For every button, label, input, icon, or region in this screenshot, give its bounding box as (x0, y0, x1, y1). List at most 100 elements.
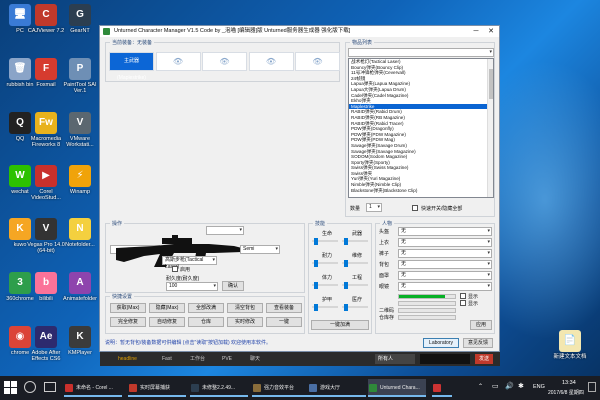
skills-max-button[interactable]: 一键加满 (311, 320, 369, 330)
desktop-icon[interactable]: ⚡ Winamp (58, 165, 102, 195)
player-apply-button[interactable]: 应用 (470, 320, 492, 330)
equipment-slot-eye-icon[interactable]: 👁 (202, 52, 247, 71)
notifications-icon[interactable] (588, 382, 596, 392)
player-slot-combo[interactable]: 无 (398, 260, 492, 269)
player-slot-combo[interactable]: 无 (398, 227, 492, 236)
slider-knob[interactable] (344, 238, 348, 245)
player-slot-label: 面罩 (379, 273, 390, 279)
taskbar-app[interactable]: 强力音效平台 (252, 379, 310, 397)
taskbar-app[interactable] (432, 379, 452, 397)
desktop-icon[interactable]: V VMware Workstati... (58, 112, 102, 148)
equipment-slot-selected[interactable]: 主武器(Maplestrike) (109, 52, 154, 81)
item-listbox[interactable]: 战术枪灯(Tactical Laser) Bouncy弹夹(Bouncy Clip… (348, 58, 494, 198)
taskbar: 未命名 - Corel ... 实时屏幕捕获 未修整2.2.49... 强力音效平台 游… (0, 376, 600, 400)
skill-slider[interactable] (312, 282, 338, 289)
bluetooth-icon[interactable]: ✱ (518, 382, 524, 390)
taskbar-app[interactable]: Unturned Chara... (368, 379, 426, 397)
volume-icon[interactable]: 🔊 (505, 382, 514, 390)
durability-input[interactable]: 100 (166, 282, 218, 291)
item-list-entry[interactable]: Blackstone弹夹(Blackstone Clip) (349, 188, 493, 194)
item-list-scrollbar[interactable] (487, 59, 493, 197)
close-button[interactable]: ✕ (484, 26, 498, 37)
network-icon[interactable]: ▭ (492, 382, 499, 390)
slider-knob[interactable] (314, 304, 318, 311)
chat-tab-fast[interactable]: Fast (162, 352, 172, 366)
durability-ok-button[interactable]: 确认 (222, 281, 244, 291)
quick-setting-button[interactable]: 获取(Max) (110, 303, 146, 313)
feedback-button[interactable]: 意见反馈 (463, 338, 493, 348)
count-input[interactable]: 1 (366, 203, 382, 212)
window-titlebar[interactable]: Unturned Character Manager V1.5 Code by … (100, 26, 499, 37)
fire-mode-combo[interactable]: Semi (240, 245, 280, 254)
hide-all-checkbox[interactable] (412, 205, 418, 211)
bar-checkbox[interactable] (460, 293, 466, 299)
item-search-combo[interactable] (348, 48, 494, 57)
equipment-slot-eye-icon[interactable]: 👁 (155, 52, 201, 71)
app-icon: C (35, 4, 57, 26)
taskbar-app[interactable]: 未修整2.2.49... (190, 379, 248, 397)
search-icon[interactable] (24, 381, 36, 393)
quick-setting-button[interactable]: 实时修改 (227, 317, 263, 327)
task-view-icon[interactable] (44, 382, 56, 392)
chat-tab-workbench[interactable]: 工作台 (190, 352, 205, 366)
quick-setting-button[interactable]: 隐藏(Max) (149, 303, 185, 313)
desktop-icon[interactable]: A Animatefolder (58, 272, 102, 302)
quick-setting-button[interactable]: 查看装备 (266, 303, 302, 313)
chat-tab-headline[interactable]: headline (118, 352, 137, 366)
taskbar-app[interactable]: 实时屏幕捕获 (128, 379, 186, 397)
player-slot-combo[interactable]: 无 (398, 271, 492, 280)
player-slot-combo[interactable]: 无 (398, 282, 492, 291)
skill-label: 医疗 (352, 297, 363, 303)
game-chat-bar: headline Fast 工作台 PVE 聊天 所有人 发送 (100, 352, 500, 366)
player-slot-combo[interactable]: 无 (398, 238, 492, 247)
slider-knob[interactable] (344, 304, 348, 311)
quick-setting-button[interactable]: 清空背包 (227, 303, 263, 313)
quick-setting-button[interactable]: 自动修复 (149, 317, 185, 327)
taskbar-app-icon (253, 384, 261, 392)
slider-knob[interactable] (314, 238, 318, 245)
skill-slider[interactable] (342, 282, 368, 289)
slider-knob[interactable] (344, 260, 348, 267)
desktop-icon-text-document[interactable]: 📄 新建文本文档 (548, 330, 592, 360)
clock-date[interactable]: 2017/6/8 星期四 (548, 389, 584, 396)
skill-slider[interactable] (312, 304, 338, 311)
desktop-icon[interactable]: K KMPlayer (58, 326, 102, 356)
quick-setting-button[interactable]: 仓库 (188, 317, 224, 327)
app-icon: K (69, 326, 91, 348)
minimize-button[interactable]: ─ (469, 26, 483, 37)
chat-send-button[interactable]: 发送 (475, 354, 493, 364)
bar-checkbox[interactable] (460, 300, 466, 306)
skill-slider[interactable] (342, 304, 368, 311)
desktop-icon[interactable]: G GearNT (58, 4, 102, 34)
chat-channel-select[interactable]: 所有人 (375, 354, 415, 364)
equipment-slot-eye-icon[interactable]: 👁 (295, 52, 340, 71)
start-button[interactable] (4, 381, 17, 394)
chat-tab-pve[interactable]: PVE (222, 352, 232, 366)
weapon-name-field[interactable]: 高斯步枪(Tactical Laser) (162, 256, 217, 270)
quick-setting-button[interactable]: 全部改满 (188, 303, 224, 313)
desktop-icon[interactable]: P PaintTool SAI Ver.1 (58, 58, 102, 94)
skill-slider[interactable] (312, 260, 338, 267)
skill-slider[interactable] (342, 238, 368, 245)
quick-setting-button[interactable]: 完全修复 (110, 317, 146, 327)
skill-slider[interactable] (342, 260, 368, 267)
laboratory-button[interactable]: Laboratory (423, 338, 459, 348)
taskbar-app[interactable]: 游戏大厅 (308, 379, 366, 397)
quick-setting-button[interactable]: 一键 (266, 317, 302, 327)
skill-slider[interactable] (312, 238, 338, 245)
clock-time[interactable]: 13:34 (562, 380, 576, 386)
taskbar-app[interactable]: 未命名 - Corel ... (64, 379, 122, 397)
skill-label: 武器 (352, 231, 363, 237)
slider-knob[interactable] (314, 282, 318, 289)
slider-knob[interactable] (344, 282, 348, 289)
equipment-slot-eye-icon[interactable]: 👁 (248, 52, 294, 71)
player-slot-combo[interactable]: 无 (398, 249, 492, 258)
slider-knob[interactable] (314, 260, 318, 267)
desktop-icon[interactable]: N Notefolder... (58, 218, 102, 248)
chat-input[interactable] (420, 354, 470, 364)
input-language[interactable]: ENG (533, 384, 545, 390)
auto-checkbox[interactable] (172, 266, 178, 272)
tray-chevron-icon[interactable]: ⌃ (478, 383, 483, 390)
chat-tab-chat[interactable]: 聊天 (250, 352, 260, 366)
scrollbar-thumb[interactable] (489, 69, 493, 99)
